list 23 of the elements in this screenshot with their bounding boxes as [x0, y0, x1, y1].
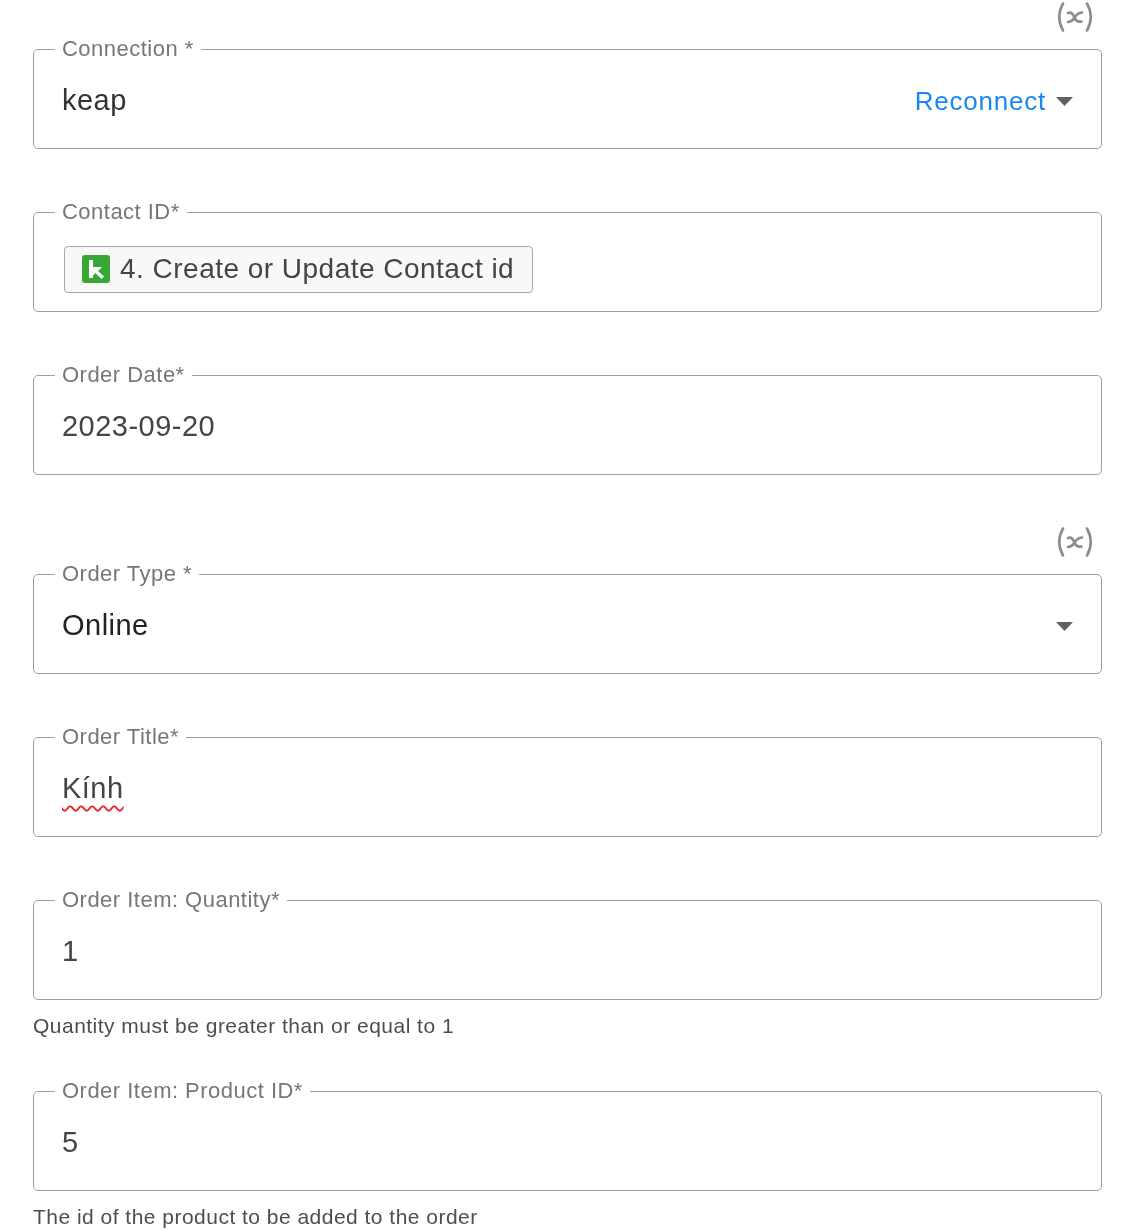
token-text: 4. Create or Update Contact id: [120, 252, 515, 286]
field-label: Order Item: Product ID*: [61, 1078, 304, 1104]
variable-x-icon[interactable]: [1055, 527, 1095, 557]
caret-down-icon: [1056, 621, 1073, 631]
helper-text: The id of the product to be added to the order: [33, 1205, 479, 1229]
reconnect-link[interactable]: Reconnect: [914, 81, 1046, 121]
field-label: Contact ID*: [61, 199, 181, 225]
field-value: keap: [62, 83, 127, 119]
field-value: 1: [62, 934, 79, 970]
variable-x-icon[interactable]: [1055, 2, 1095, 32]
field-label: Order Date*: [61, 362, 186, 388]
field-label: Order Item: Quantity*: [61, 887, 281, 913]
field-label: Connection *: [61, 36, 195, 62]
helper-text: Quantity must be greater than or equal to 1: [33, 1014, 456, 1038]
field-value: 2023-09-20: [62, 409, 216, 445]
caret-down-icon: [1056, 96, 1073, 106]
app-logo-icon: [82, 255, 110, 283]
field-label: Order Type *: [61, 561, 194, 587]
field-value: Kính: [62, 771, 124, 807]
token-chip[interactable]: 4. Create or Update Contact id: [64, 245, 534, 293]
field-value: 5: [62, 1125, 79, 1161]
field-value: Online: [62, 608, 149, 644]
field-label: Order Title*: [61, 724, 181, 750]
